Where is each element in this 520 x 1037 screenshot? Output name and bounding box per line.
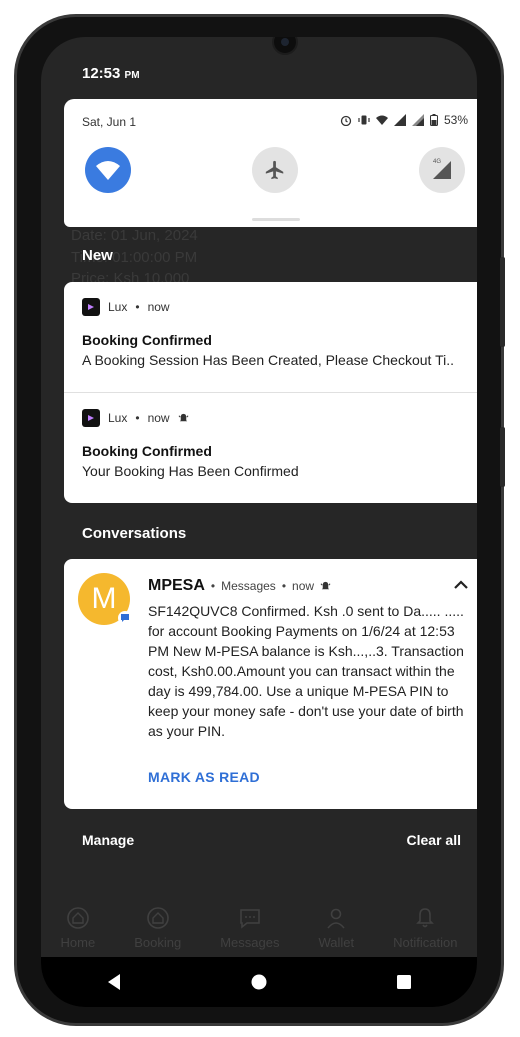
conversation-notification[interactable]: M MPESA • Messages • now SF142QUVC8 Conf… bbox=[64, 559, 477, 809]
signal-icon bbox=[393, 114, 406, 126]
conversation-sender: MPESA bbox=[148, 577, 205, 594]
phone-frame: 12:53 PM Sat, Jun 1 53% 4G Date: 01 Jun,… bbox=[14, 14, 505, 1026]
mark-as-read-button[interactable]: MARK AS READ bbox=[148, 769, 260, 785]
recents-icon[interactable] bbox=[396, 974, 412, 990]
lux-app-icon bbox=[82, 298, 100, 316]
bg-price-line: Price: Ksh 10,000 bbox=[71, 270, 190, 282]
conversation-body: SF142QUVC8 Confirmed. Ksh .0 sent to Da.… bbox=[148, 603, 464, 739]
battery-icon bbox=[429, 114, 438, 126]
collapse-chevron-icon[interactable] bbox=[452, 579, 470, 591]
mobile-data-tile[interactable]: 4G bbox=[419, 147, 465, 193]
section-conversations: Conversations bbox=[82, 525, 187, 542]
back-icon[interactable] bbox=[106, 973, 122, 991]
booking-icon bbox=[146, 907, 169, 929]
nav-messages-label: Messages bbox=[220, 935, 280, 950]
lux-app-icon bbox=[82, 409, 100, 427]
notif-app-name: Lux bbox=[108, 300, 128, 314]
bell-icon bbox=[416, 908, 435, 928]
home-button-icon[interactable] bbox=[251, 974, 267, 990]
vibrate-icon bbox=[358, 115, 370, 125]
manage-button[interactable]: Manage bbox=[82, 832, 134, 848]
system-nav-bar bbox=[41, 957, 477, 1007]
nav-wallet-label: Wallet bbox=[318, 935, 355, 950]
power-button bbox=[500, 427, 505, 487]
status-icons: 53% bbox=[340, 113, 468, 127]
alert-bell-icon bbox=[320, 581, 331, 589]
messages-badge-icon bbox=[118, 611, 132, 625]
qs-date: Sat, Jun 1 bbox=[82, 115, 137, 129]
notif-time: now bbox=[147, 411, 170, 425]
airplane-tile[interactable] bbox=[252, 147, 298, 193]
nav-wallet[interactable]: Wallet bbox=[318, 907, 354, 950]
notif-time: now bbox=[147, 300, 170, 314]
nav-home-label: Home bbox=[60, 935, 96, 950]
nav-notification[interactable]: Notification bbox=[393, 907, 457, 950]
alert-bell-icon bbox=[178, 413, 188, 421]
clear-all-button[interactable]: Clear all bbox=[407, 832, 461, 848]
nav-booking[interactable]: Booking bbox=[134, 907, 181, 950]
status-clock: 12:53 PM bbox=[82, 65, 140, 82]
notif-title: Booking Confirmed bbox=[82, 332, 212, 348]
qs-drag-handle[interactable] bbox=[252, 218, 300, 221]
conversation-time: now bbox=[292, 579, 315, 593]
notification-item[interactable]: Lux • now Booking Confirmed A Booking Se… bbox=[64, 282, 477, 392]
wifi-tile[interactable] bbox=[85, 147, 131, 193]
airplane-icon bbox=[265, 160, 284, 180]
wifi-status-icon bbox=[375, 115, 388, 125]
app-notifications-card: Lux • now Booking Confirmed A Booking Se… bbox=[64, 282, 477, 503]
app-bottom-nav: Home Booking Messages Wallet Notificatio… bbox=[41, 907, 477, 950]
signal-2-icon bbox=[411, 114, 424, 126]
front-camera bbox=[272, 37, 298, 55]
section-new: New bbox=[82, 247, 113, 264]
notif-text: Your Booking Has Been Confirmed bbox=[82, 463, 299, 479]
conversation-app: Messages bbox=[221, 579, 276, 593]
notification-item[interactable]: Lux • now Booking Confirmed Your Booking… bbox=[64, 393, 477, 503]
wifi-icon bbox=[96, 161, 120, 180]
alarm-icon bbox=[340, 115, 352, 126]
battery-percent: 53% bbox=[443, 113, 468, 127]
notif-title: Booking Confirmed bbox=[82, 443, 212, 459]
notif-text: A Booking Session Has Been Created, Plea… bbox=[82, 352, 454, 368]
quick-settings-panel: Sat, Jun 1 53% 4G bbox=[64, 99, 477, 227]
home-icon bbox=[67, 907, 89, 929]
wallet-icon bbox=[327, 908, 345, 929]
screen: 12:53 PM Sat, Jun 1 53% 4G Date: 01 Jun,… bbox=[41, 37, 477, 1007]
nav-messages[interactable]: Messages bbox=[220, 907, 279, 950]
network-label: 4G bbox=[433, 159, 442, 165]
notif-app-name: Lux bbox=[108, 411, 128, 425]
nav-home[interactable]: Home bbox=[60, 907, 96, 950]
nav-booking-label: Booking bbox=[134, 935, 182, 950]
bg-date-line: Date: 01 Jun, 2024 bbox=[71, 227, 198, 244]
nav-notification-label: Notification bbox=[393, 935, 458, 950]
volume-button bbox=[500, 257, 505, 347]
messages-icon bbox=[240, 909, 260, 929]
